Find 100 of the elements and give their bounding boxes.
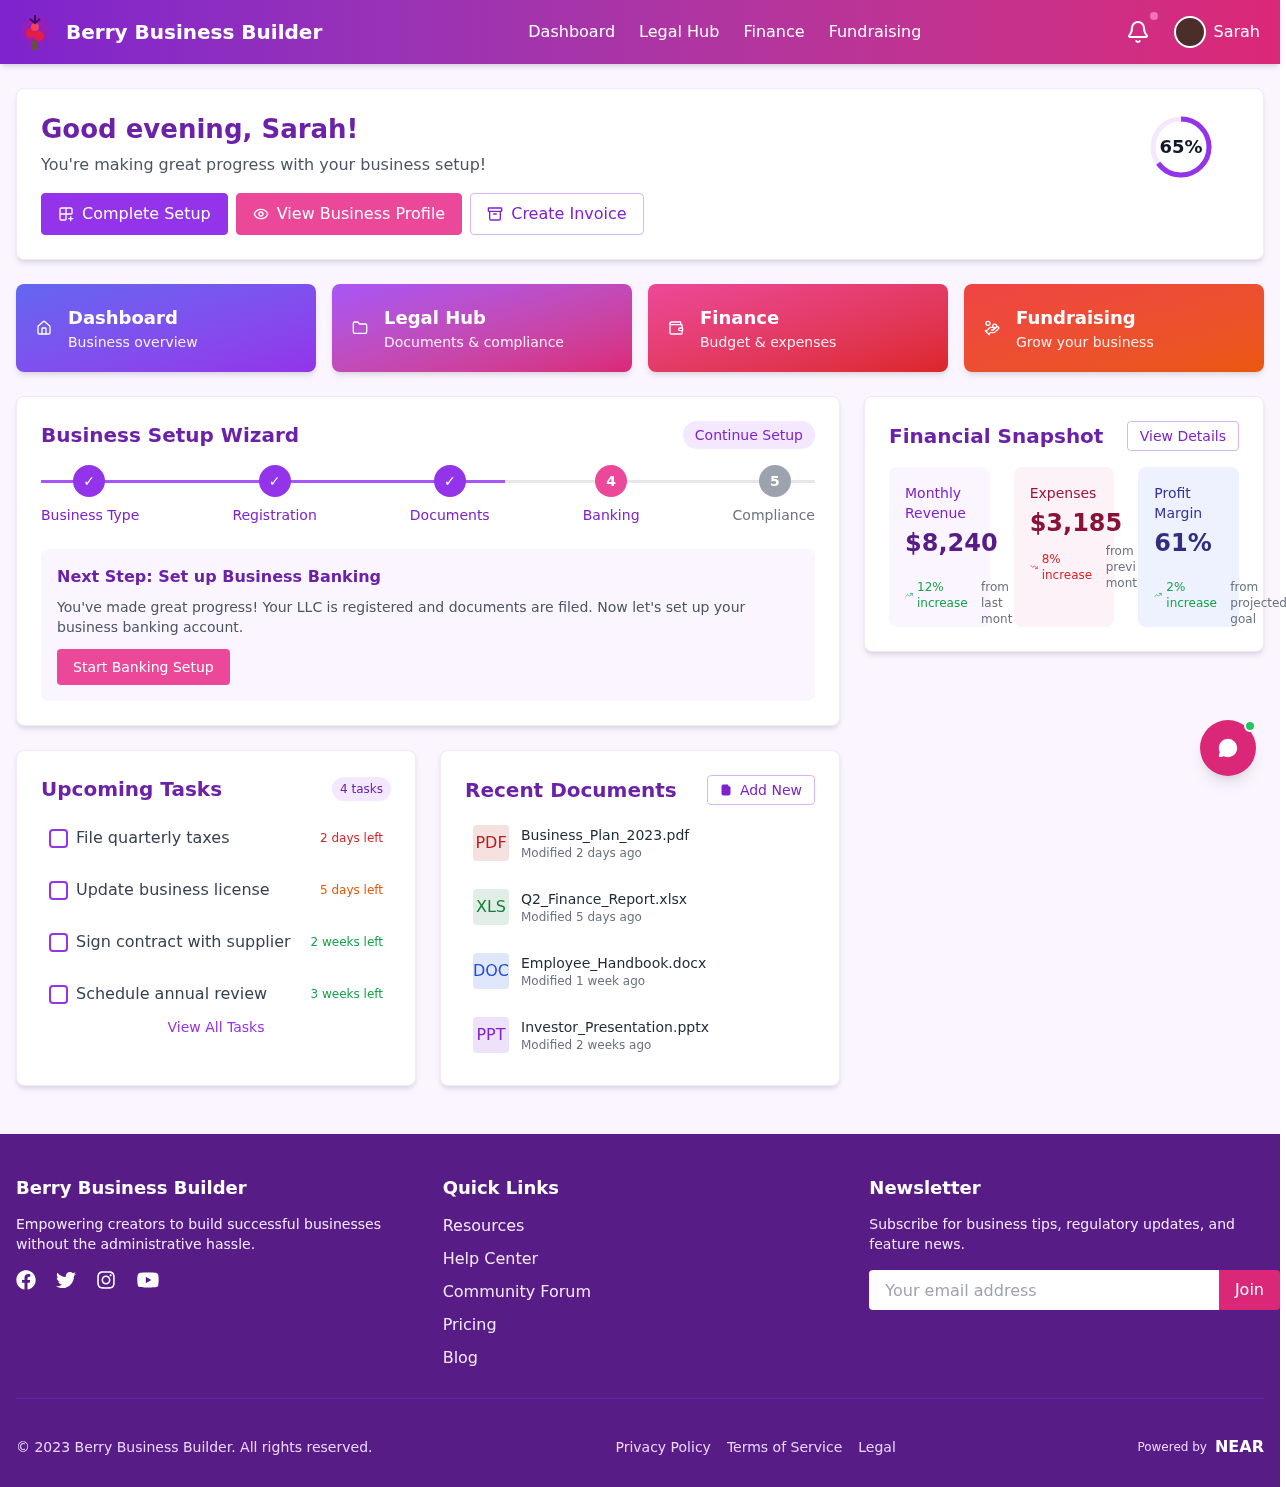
task-checkbox[interactable] bbox=[49, 984, 68, 1004]
footer-heading: Quick Links bbox=[442, 1176, 560, 1200]
start-banking-button[interactable]: Start Banking Setup bbox=[57, 649, 230, 685]
file-modified: Modified 1 week ago bbox=[521, 973, 647, 989]
email-field[interactable]: Your email address bbox=[869, 1270, 1219, 1310]
instagram-icon[interactable] bbox=[96, 1270, 116, 1290]
file-name[interactable]: Q2_Finance_Report.xlsx bbox=[521, 889, 688, 909]
footer-brand: Berry Business Builder bbox=[16, 1176, 248, 1200]
task-label: File quarterly taxes bbox=[76, 827, 230, 849]
youtube-icon[interactable] bbox=[136, 1270, 160, 1290]
action-button[interactable]: Create Invoice bbox=[470, 193, 644, 235]
due-label: 2 weeks left bbox=[310, 934, 383, 950]
legal-link[interactable]: Terms of Service bbox=[726, 1437, 843, 1457]
task-label: Update business license bbox=[76, 879, 270, 901]
file-name[interactable]: Business_Plan_2023.pdf bbox=[521, 825, 690, 845]
quick-access-card[interactable]: Finance Budget & expenses bbox=[648, 284, 948, 372]
card-title: Dashboard bbox=[68, 306, 179, 330]
task-checkbox[interactable] bbox=[49, 828, 68, 848]
footer-link[interactable]: Community Forum bbox=[442, 1280, 838, 1304]
newsletter-text: Subscribe for business tips, regulatory updates, and feature news. bbox=[869, 1215, 1236, 1254]
task-count: 4 tasks bbox=[332, 777, 391, 801]
berry-logo bbox=[20, 13, 50, 51]
twitter-icon[interactable] bbox=[56, 1270, 76, 1290]
step-label: Documents bbox=[409, 506, 490, 525]
file-type-badge: PDF bbox=[473, 825, 509, 861]
facebook-icon[interactable] bbox=[16, 1270, 36, 1290]
legal-link[interactable]: Privacy Policy bbox=[615, 1437, 711, 1457]
metric-label: Expenses bbox=[1029, 484, 1098, 503]
view-all-tasks-link[interactable]: View All Tasks bbox=[167, 1017, 265, 1037]
section-title: Financial Snapshot bbox=[889, 423, 1104, 450]
next-step-text: You've made great progress! Your LLC is registered and documents are filed. Now let's set up your business banking account. bbox=[57, 598, 747, 637]
trend-down-icon bbox=[1029, 563, 1038, 571]
greeting: Good evening, Sarah! bbox=[41, 113, 360, 145]
quick-access-card[interactable]: Fundraising Grow your business bbox=[964, 284, 1264, 372]
card-subtitle: Budget & expenses bbox=[700, 333, 837, 352]
avatar[interactable] bbox=[1173, 16, 1206, 48]
action-button[interactable]: Complete Setup bbox=[41, 193, 228, 235]
user-name[interactable]: Sarah bbox=[1213, 20, 1260, 44]
trend-up-icon bbox=[905, 591, 913, 599]
archive-icon bbox=[487, 206, 504, 222]
step-label: Banking bbox=[582, 506, 640, 525]
metric-change: 2% increase bbox=[1166, 579, 1218, 611]
card-subtitle: Documents & compliance bbox=[384, 333, 564, 352]
view-details-button[interactable]: View Details bbox=[1126, 421, 1239, 451]
step-marker: ✓ bbox=[73, 465, 105, 497]
action-button[interactable]: View Business Profile bbox=[235, 193, 463, 235]
section-title: Business Setup Wizard bbox=[41, 422, 300, 449]
quick-access-card[interactable]: Dashboard Business overview bbox=[16, 284, 316, 372]
chat-icon bbox=[1218, 738, 1238, 758]
section-title: Recent Documents bbox=[465, 777, 677, 804]
footer-link[interactable]: Help Center bbox=[442, 1247, 838, 1271]
card-icon bbox=[984, 320, 1000, 336]
trend-up-icon bbox=[1154, 591, 1163, 599]
quick-access-card[interactable]: Legal Hub Documents & compliance bbox=[332, 284, 632, 372]
file-modified: Modified 2 weeks ago bbox=[521, 1037, 653, 1053]
metric-note: from last mont bbox=[981, 579, 1013, 627]
task-checkbox[interactable] bbox=[49, 932, 68, 952]
chat-button[interactable] bbox=[1200, 720, 1256, 776]
task-checkbox[interactable] bbox=[49, 880, 68, 900]
metric-value: $8,240 bbox=[905, 528, 998, 559]
due-label: 2 days left bbox=[319, 830, 383, 846]
near-logo-text: NEAR bbox=[1214, 1436, 1264, 1458]
nav-link[interactable]: Legal Hub bbox=[639, 20, 720, 44]
file-name[interactable]: Employee_Handbook.docx bbox=[521, 953, 707, 973]
due-label: 5 days left bbox=[319, 882, 383, 898]
metric-value: $3,185 bbox=[1029, 508, 1123, 539]
task-label: Sign contract with supplier bbox=[76, 931, 291, 953]
metric-note: from previ mont bbox=[1105, 543, 1137, 591]
section-title: Upcoming Tasks bbox=[41, 776, 223, 803]
file-modified: Modified 5 days ago bbox=[521, 909, 643, 925]
step-marker: ✓ bbox=[433, 465, 466, 497]
continue-setup-button[interactable]: Continue Setup bbox=[682, 421, 815, 449]
card-title: Legal Hub bbox=[384, 306, 487, 330]
nav-link[interactable]: Finance bbox=[743, 20, 805, 44]
brand-name: Berry Business Builder bbox=[66, 19, 323, 46]
footer-link[interactable]: Blog bbox=[442, 1346, 838, 1370]
card-icon bbox=[352, 320, 368, 336]
metric-value: 61% bbox=[1154, 528, 1212, 559]
welcome-subtitle: You're making great progress with your business setup! bbox=[41, 154, 488, 176]
card-title: Finance bbox=[700, 306, 781, 330]
footer-heading: Newsletter bbox=[869, 1176, 982, 1200]
step-marker: 5 bbox=[759, 465, 791, 497]
nav-link[interactable]: Fundraising bbox=[828, 20, 922, 44]
nav-link[interactable]: Dashboard bbox=[528, 20, 616, 44]
metric-change: 8% increase bbox=[1041, 551, 1094, 583]
file-name[interactable]: Investor_Presentation.pptx bbox=[521, 1017, 709, 1037]
footer-link[interactable]: Resources bbox=[442, 1214, 838, 1238]
card-title: Fundraising bbox=[1016, 306, 1137, 330]
legal-link[interactable]: Legal bbox=[858, 1437, 896, 1457]
card-subtitle: Business overview bbox=[68, 333, 198, 352]
card-icon bbox=[36, 320, 52, 336]
join-button[interactable]: Join bbox=[1218, 1270, 1280, 1310]
task-label: Schedule annual review bbox=[76, 983, 268, 1005]
bell-icon bbox=[1125, 20, 1150, 44]
add-new-button[interactable]: Add New bbox=[706, 775, 815, 805]
metric-label: Profit Margin bbox=[1154, 484, 1204, 523]
progress-percent: 65% bbox=[1158, 135, 1204, 159]
step-label: Compliance bbox=[732, 506, 815, 525]
footer-link[interactable]: Pricing bbox=[442, 1313, 838, 1337]
metric-change: 12% increase bbox=[917, 579, 969, 611]
